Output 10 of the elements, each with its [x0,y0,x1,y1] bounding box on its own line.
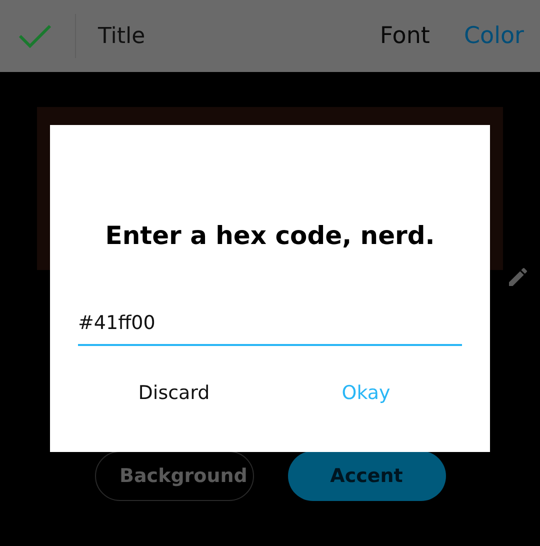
color-target-button[interactable]: Accent [288,451,446,501]
hex-input-field[interactable]: #41ff00 [78,302,462,346]
dialog-action-button[interactable]: Discard [78,374,270,412]
pencil-icon[interactable] [506,265,530,289]
check-icon[interactable] [18,24,52,48]
title-label: Title [98,24,146,48]
tab[interactable]: Font [380,23,430,49]
dialog-title: Enter a hex code, nerd. [104,221,436,250]
tab[interactable]: Color [464,23,524,49]
dialog-action-button[interactable]: Okay [270,374,462,412]
